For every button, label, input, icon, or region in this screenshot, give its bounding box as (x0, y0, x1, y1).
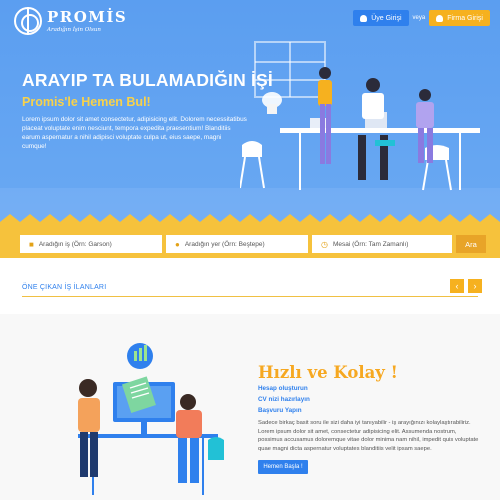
next-arrow-button[interactable]: › (468, 279, 482, 293)
step-item: Hesap oluşturun (258, 385, 308, 392)
member-login-button[interactable]: Üye Girişi (353, 10, 409, 26)
user-icon (360, 14, 368, 22)
firm-login-button[interactable]: Firma Girişi (429, 10, 490, 26)
prev-arrow-button[interactable]: ‹ (450, 279, 464, 293)
search-button[interactable]: Ara (456, 235, 486, 253)
hero-subtitle: Promis'le Hemen Bul! (22, 95, 151, 109)
users-icon (436, 14, 444, 22)
start-now-button[interactable]: Hemen Başla ! (258, 460, 308, 474)
brand-tagline: Aradığın İşin Olsun (47, 26, 101, 33)
hero-title: ARAYIP TA BULAMADIĞIN İŞİ (22, 70, 273, 90)
map-pin-icon: ● (175, 239, 180, 249)
briefcase-icon: ■ (29, 239, 34, 249)
or-label: veya (412, 15, 426, 21)
location-search-input[interactable]: ● Aradığın yer (Örn: Beştepe) (166, 235, 308, 253)
step-item: Başvuru Yapın (258, 407, 302, 414)
firm-login-label: Firma Girişi (447, 14, 483, 22)
hero-description: Lorem ipsum dolor sit amet consectetur, … (22, 116, 247, 150)
shift-search-input[interactable]: ◷ Mesai (Örn: Tam Zamanlı) (312, 235, 452, 253)
step-item: CV nizi hazırlayın (258, 396, 310, 403)
job-search-placeholder: Aradığın iş (Örn: Garson) (38, 240, 112, 248)
brand-name: PROMİS (47, 7, 128, 26)
brand-logo[interactable]: PROMİS Aradığın İşin Olsun (14, 7, 127, 35)
member-login-label: Üye Girişi (371, 14, 402, 22)
featured-divider (22, 296, 478, 297)
office-team-illustration (240, 41, 480, 191)
hero-section: PROMİS Aradığın İşin Olsun Üye Girişi ve… (0, 0, 500, 228)
shift-search-placeholder: Mesai (Örn: Tam Zamanlı) (332, 240, 409, 248)
featured-title: ÖNE ÇIKAN İŞ İLANLARI (22, 284, 107, 291)
globe-icon (14, 7, 42, 35)
info-title: Hızlı ve Kolay ! (258, 363, 398, 382)
info-description: Sadece birkaç basit soru ile sizi daha i… (258, 420, 479, 452)
auth-buttons: Üye Girişi veya Firma Girişi (353, 10, 490, 26)
job-search-input[interactable]: ■ Aradığın iş (Örn: Garson) (20, 235, 162, 253)
people-at-computer-illustration (78, 343, 224, 495)
location-search-placeholder: Aradığın yer (Örn: Beştepe) (184, 240, 265, 248)
clock-icon: ◷ (321, 239, 328, 249)
